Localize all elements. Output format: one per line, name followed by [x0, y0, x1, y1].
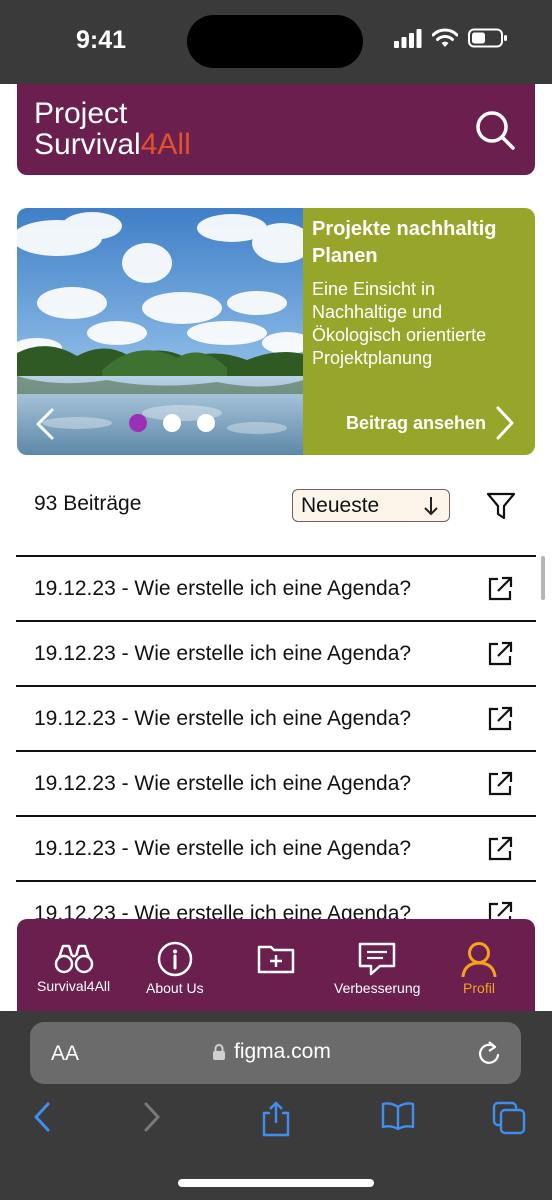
- bottom-nav: Survival4All About Us Verbesserung Profi…: [17, 919, 535, 1011]
- browser-chrome: AA figma.com: [0, 1011, 552, 1200]
- home-indicator: [178, 1179, 374, 1187]
- external-link-icon[interactable]: [486, 835, 514, 863]
- url-text: figma.com: [234, 1040, 331, 1063]
- carousel-dots: [129, 414, 215, 432]
- external-link-icon[interactable]: [486, 575, 514, 603]
- nav-label: Survival4All: [37, 978, 111, 994]
- forward-icon[interactable]: [142, 1101, 162, 1133]
- wifi-icon: [432, 28, 458, 47]
- arrow-down-icon: [424, 497, 438, 516]
- post-title[interactable]: 19.12.23 - Wie erstelle ich eine Agenda?: [34, 837, 411, 861]
- filter-icon[interactable]: [486, 491, 516, 521]
- post-row[interactable]: 19.12.23 - Wie erstelle ich eine Agenda?: [16, 685, 536, 750]
- post-row[interactable]: 19.12.23 - Wie erstelle ich eine Agenda?: [16, 555, 536, 620]
- post-title[interactable]: 19.12.23 - Wie erstelle ich eine Agenda?: [34, 577, 411, 601]
- logo-line-1: Project: [34, 97, 128, 130]
- user-icon: [461, 942, 497, 977]
- post-list: 19.12.23 - Wie erstelle ich eine Agenda?…: [16, 555, 536, 919]
- bookmarks-icon[interactable]: [381, 1101, 415, 1131]
- nav-label: About Us: [146, 980, 204, 996]
- tabs-icon[interactable]: [492, 1101, 526, 1135]
- reader-settings-button[interactable]: AA: [51, 1042, 79, 1066]
- nav-label: Verbesserung: [334, 980, 421, 996]
- external-link-icon[interactable]: [486, 640, 514, 668]
- logo-accent: 4All: [140, 128, 191, 161]
- battery-icon: [468, 28, 507, 48]
- scrollbar[interactable]: [541, 556, 545, 600]
- carousel-prev-icon[interactable]: [35, 408, 55, 440]
- nav-label: Profil: [463, 980, 495, 996]
- status-bar: 9:41: [0, 0, 552, 84]
- post-row[interactable]: 19.12.23 - Wie erstelle ich eine Agenda?: [16, 750, 536, 815]
- post-title[interactable]: 19.12.23 - Wie erstelle ich eine Agenda?: [34, 642, 411, 666]
- reload-icon[interactable]: [477, 1040, 501, 1066]
- external-link-icon[interactable]: [486, 770, 514, 798]
- search-icon[interactable]: [474, 109, 516, 151]
- url-field[interactable]: figma.com: [212, 1040, 331, 1064]
- logo-line-2: Survival4All: [34, 129, 191, 160]
- external-link-icon[interactable]: [486, 900, 514, 919]
- logo-main: Survival: [34, 128, 141, 161]
- post-title[interactable]: 19.12.23 - Wie erstelle ich eine Agenda?: [34, 707, 411, 731]
- post-row[interactable]: 19.12.23 - Wie erstelle ich eine Agenda?: [16, 880, 536, 919]
- post-title[interactable]: 19.12.23 - Wie erstelle ich eine Agenda?: [34, 772, 411, 796]
- view-post-link[interactable]: Beitrag ansehen: [346, 413, 486, 434]
- external-link-icon[interactable]: [486, 705, 514, 733]
- post-row[interactable]: 19.12.23 - Wie erstelle ich eine Agenda?: [16, 815, 536, 880]
- post-row[interactable]: 19.12.23 - Wie erstelle ich eine Agenda?: [16, 620, 536, 685]
- dynamic-island: [187, 15, 363, 68]
- logo[interactable]: Project Survival4All: [34, 98, 191, 160]
- featured-carousel[interactable]: Projekte nachhaltig Planen Eine Einsicht…: [17, 208, 535, 455]
- post-title[interactable]: 19.12.23 - Wie erstelle ich eine Agenda?: [34, 902, 411, 919]
- carousel-dot[interactable]: [163, 414, 181, 432]
- carousel-image: [17, 208, 312, 455]
- carousel-panel: Projekte nachhaltig Planen Eine Einsicht…: [303, 208, 535, 455]
- browser-toolbar: [0, 1101, 552, 1141]
- sort-value: Neueste: [301, 493, 380, 517]
- binoculars-icon: [54, 944, 93, 974]
- carousel-title: Projekte nachhaltig Planen: [312, 218, 497, 267]
- signal-icon: [394, 29, 422, 48]
- folder-add-icon: [257, 945, 295, 974]
- share-icon[interactable]: [261, 1101, 291, 1137]
- post-count: 93 Beiträge: [34, 492, 142, 515]
- feedback-icon: [358, 942, 396, 976]
- nav-add-project[interactable]: [257, 941, 295, 975]
- status-icons: [394, 28, 508, 48]
- carousel-next-icon[interactable]: [495, 406, 515, 440]
- lock-icon: [213, 1044, 225, 1060]
- info-icon: [157, 941, 193, 977]
- nav-profil[interactable]: Profil: [459, 941, 499, 996]
- carousel-dot[interactable]: [197, 414, 215, 432]
- app-header: Project Survival4All: [17, 84, 535, 175]
- carousel-text: Eine Einsicht in Nachhaltige und Ökologi…: [312, 279, 487, 368]
- nav-verbesserung[interactable]: Verbesserung: [334, 941, 420, 996]
- status-time: 9:41: [76, 26, 127, 54]
- url-bar[interactable]: AA figma.com: [30, 1022, 521, 1084]
- nav-survival4all[interactable]: Survival4All: [37, 941, 110, 994]
- carousel-dot[interactable]: [129, 414, 147, 432]
- back-icon[interactable]: [32, 1101, 52, 1133]
- sort-select[interactable]: Neueste: [292, 489, 450, 522]
- nav-about-us[interactable]: About Us: [146, 941, 204, 996]
